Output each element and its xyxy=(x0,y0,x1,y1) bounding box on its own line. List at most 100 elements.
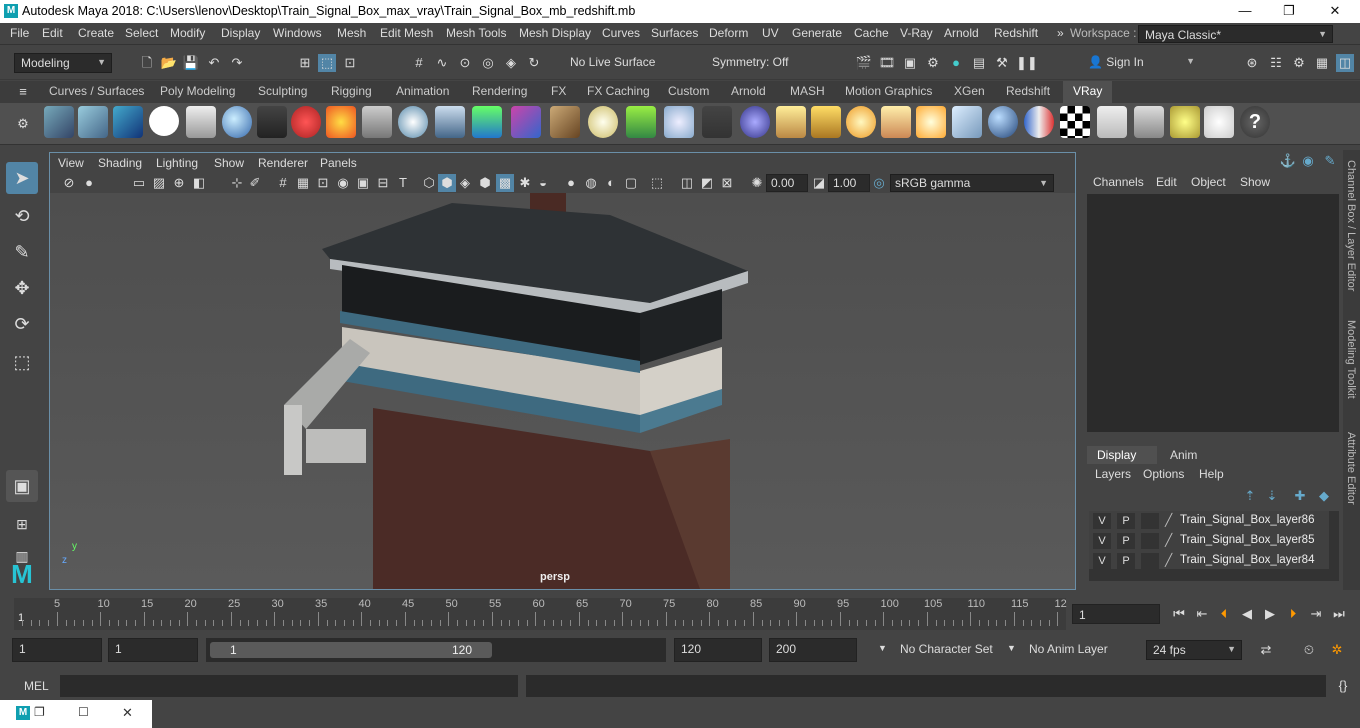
depth-of-field-icon[interactable]: ◍ xyxy=(582,174,600,192)
tab-poly-modeling[interactable]: Poly Modeling xyxy=(160,84,235,98)
snap-point-icon[interactable]: ⊙ xyxy=(456,54,474,72)
step-back-key-icon[interactable]: ⇤ xyxy=(1193,605,1211,623)
color-space-dropdown[interactable]: sRGB gamma ▼ xyxy=(890,174,1054,192)
channel-toggle-icon[interactable]: ⚓ xyxy=(1279,152,1297,170)
vray-layers-icon[interactable] xyxy=(113,106,143,138)
vray-cloud-icon[interactable] xyxy=(1204,106,1234,138)
new-layer-icon[interactable]: ✚ xyxy=(1291,487,1309,505)
time-slider[interactable]: 1 5 10 15 20 25 30 35 40 45 50 55 60 65 70 75 80 85 90 95 1… xyxy=(0,598,1360,630)
vray-cone-icon[interactable] xyxy=(435,106,465,138)
vray-table-icon[interactable] xyxy=(1134,106,1164,138)
vray-logo-icon[interactable] xyxy=(149,106,179,136)
xray-active-icon[interactable]: ◩ xyxy=(698,174,716,192)
range-slider-handle[interactable] xyxy=(210,642,492,658)
tab-anim[interactable]: Anim xyxy=(1170,448,1197,462)
safe-title-icon[interactable]: ⊟ xyxy=(374,174,392,192)
fps-dropdown[interactable]: 24 fps ▼ xyxy=(1146,640,1242,660)
sign-in-button[interactable]: 👤 Sign In ▼ xyxy=(1082,53,1200,73)
vray-material-icon[interactable] xyxy=(291,106,321,138)
channel-attr-icon[interactable]: ◉ xyxy=(1299,152,1317,170)
wireframe-on-shaded-icon[interactable]: ◈ xyxy=(456,174,474,192)
layer-row[interactable]: V P ╱ Train_Signal_Box_layer86 xyxy=(1089,511,1329,531)
step-forward-key-icon[interactable]: ⇥ xyxy=(1307,605,1325,623)
layer-horizontal-scrollbar[interactable] xyxy=(1089,569,1339,581)
layer-visibility-toggle[interactable]: V xyxy=(1093,513,1111,529)
layer-menu-layers[interactable]: Layers xyxy=(1095,467,1131,481)
layer-visibility-toggle[interactable]: V xyxy=(1093,533,1111,549)
grease-pencil-icon[interactable]: ✐ xyxy=(246,174,264,192)
mode-dropdown[interactable]: Modeling ▼ xyxy=(14,53,112,73)
vray-vfb-icon[interactable] xyxy=(1097,106,1127,138)
menu-file[interactable]: File xyxy=(10,26,29,40)
vray-fire-icon[interactable] xyxy=(326,106,356,138)
anim-layer-dropdown[interactable]: ▼ No Anim Layer xyxy=(1005,640,1129,660)
layer-row[interactable]: V P ╱ Train_Signal_Box_layer85 xyxy=(1089,531,1329,551)
save-scene-icon[interactable]: 💾 xyxy=(182,54,200,72)
play-forwards-icon[interactable]: ▶ xyxy=(1261,605,1279,623)
snap-curve-icon[interactable]: ∿ xyxy=(433,54,451,72)
animation-end-field[interactable]: 200 xyxy=(769,638,857,662)
tab-mash[interactable]: MASH xyxy=(790,84,825,98)
field-chart-icon[interactable]: ◉ xyxy=(334,174,352,192)
camera-attr-icon[interactable]: ● xyxy=(80,174,98,192)
workspace-dropdown[interactable]: Maya Classic* ▼ xyxy=(1138,25,1333,43)
menu-edit-mesh[interactable]: Edit Mesh xyxy=(380,26,433,40)
menu-overflow-icon[interactable]: » xyxy=(1057,26,1064,40)
modeling-toolkit-icon[interactable]: ⊛ xyxy=(1243,54,1261,72)
symmetry-field[interactable]: Symmetry: Off xyxy=(706,53,806,73)
maximize-button[interactable]: ❐ xyxy=(1266,0,1312,23)
use-lights-icon[interactable]: ▩ xyxy=(496,174,514,192)
vray-attr-icon[interactable] xyxy=(78,106,108,138)
menu-cache[interactable]: Cache xyxy=(854,26,889,40)
shelf-menu-icon[interactable]: ≡ xyxy=(14,83,32,101)
lasso-tool-icon[interactable]: ⟲ xyxy=(6,200,38,232)
channel-menu-object[interactable]: Object xyxy=(1191,175,1226,189)
snap-grid-icon[interactable]: # xyxy=(410,54,428,72)
channel-box-icon[interactable]: ▦ xyxy=(1313,54,1331,72)
grid-icon[interactable]: # xyxy=(274,174,292,192)
tab-fx[interactable]: FX xyxy=(551,84,566,98)
tab-curves-surfaces[interactable]: Curves / Surfaces xyxy=(49,84,144,98)
xray-joints-icon[interactable]: ◫ xyxy=(678,174,696,192)
ambient-occlusion-icon[interactable]: ◒ xyxy=(534,174,552,192)
panel-menu-lighting[interactable]: Lighting xyxy=(156,156,198,170)
minimized-window[interactable]: M ❐ ☐ ✕ xyxy=(0,700,152,728)
panel-menu-view[interactable]: View xyxy=(58,156,84,170)
menu-windows[interactable]: Windows xyxy=(273,26,322,40)
backface-icon[interactable]: ⊠ xyxy=(718,174,736,192)
vray-render-icon[interactable]: ⚒ xyxy=(993,54,1011,72)
four-view-layout-icon[interactable]: ⊞ xyxy=(6,508,38,540)
character-set-dropdown[interactable]: ▼ No Character Set xyxy=(876,640,996,660)
select-hierarchy-icon[interactable]: ⊞ xyxy=(296,54,314,72)
vray-rect-light-icon[interactable] xyxy=(776,106,806,138)
menu-curves[interactable]: Curves xyxy=(602,26,640,40)
time-ruler[interactable]: 1 5 10 15 20 25 30 35 40 45 50 55 60 65 70 75 80 85 90 95 1… xyxy=(14,598,1067,630)
maximize-icon[interactable]: ☐ xyxy=(78,705,89,719)
tab-sculpting[interactable]: Sculpting xyxy=(258,84,307,98)
layer-visibility-toggle[interactable]: V xyxy=(1093,553,1111,569)
panel-menu-panels[interactable]: Panels xyxy=(320,156,357,170)
tab-motion-graphics[interactable]: Motion Graphics xyxy=(845,84,932,98)
go-to-start-icon[interactable]: ⏮ xyxy=(1170,605,1188,623)
pan-zoom-icon[interactable]: ⊹ xyxy=(228,174,246,192)
layer-playback-toggle[interactable]: P xyxy=(1117,553,1135,569)
snap-view-icon[interactable]: ◎ xyxy=(479,54,497,72)
menu-uv[interactable]: UV xyxy=(762,26,779,40)
gamma-icon[interactable]: ◪ xyxy=(810,174,828,192)
smooth-shade-icon[interactable]: ⬢ xyxy=(438,174,456,192)
vray-sky-icon[interactable] xyxy=(588,106,618,138)
color-management-icon[interactable]: ◎ xyxy=(870,174,888,192)
vray-texture-icon[interactable] xyxy=(550,106,580,138)
camera-lock-icon[interactable]: ⊕ xyxy=(170,174,188,192)
side-tab-modeling-toolkit[interactable]: Modeling Toolkit xyxy=(1345,320,1357,399)
channel-menu-show[interactable]: Show xyxy=(1240,175,1270,189)
menu-generate[interactable]: Generate xyxy=(792,26,842,40)
menu-mesh-tools[interactable]: Mesh Tools xyxy=(446,26,506,40)
panel-menu-renderer[interactable]: Renderer xyxy=(258,156,308,170)
hud-icon[interactable]: T xyxy=(394,174,412,192)
tab-fx-caching[interactable]: FX Caching xyxy=(587,84,650,98)
render-sequence-icon[interactable]: 🎞 xyxy=(878,54,896,72)
render-view-icon[interactable]: ▤ xyxy=(970,54,988,72)
channel-box-area[interactable] xyxy=(1087,194,1339,432)
auto-key-icon[interactable]: ⏲ xyxy=(1300,641,1318,659)
